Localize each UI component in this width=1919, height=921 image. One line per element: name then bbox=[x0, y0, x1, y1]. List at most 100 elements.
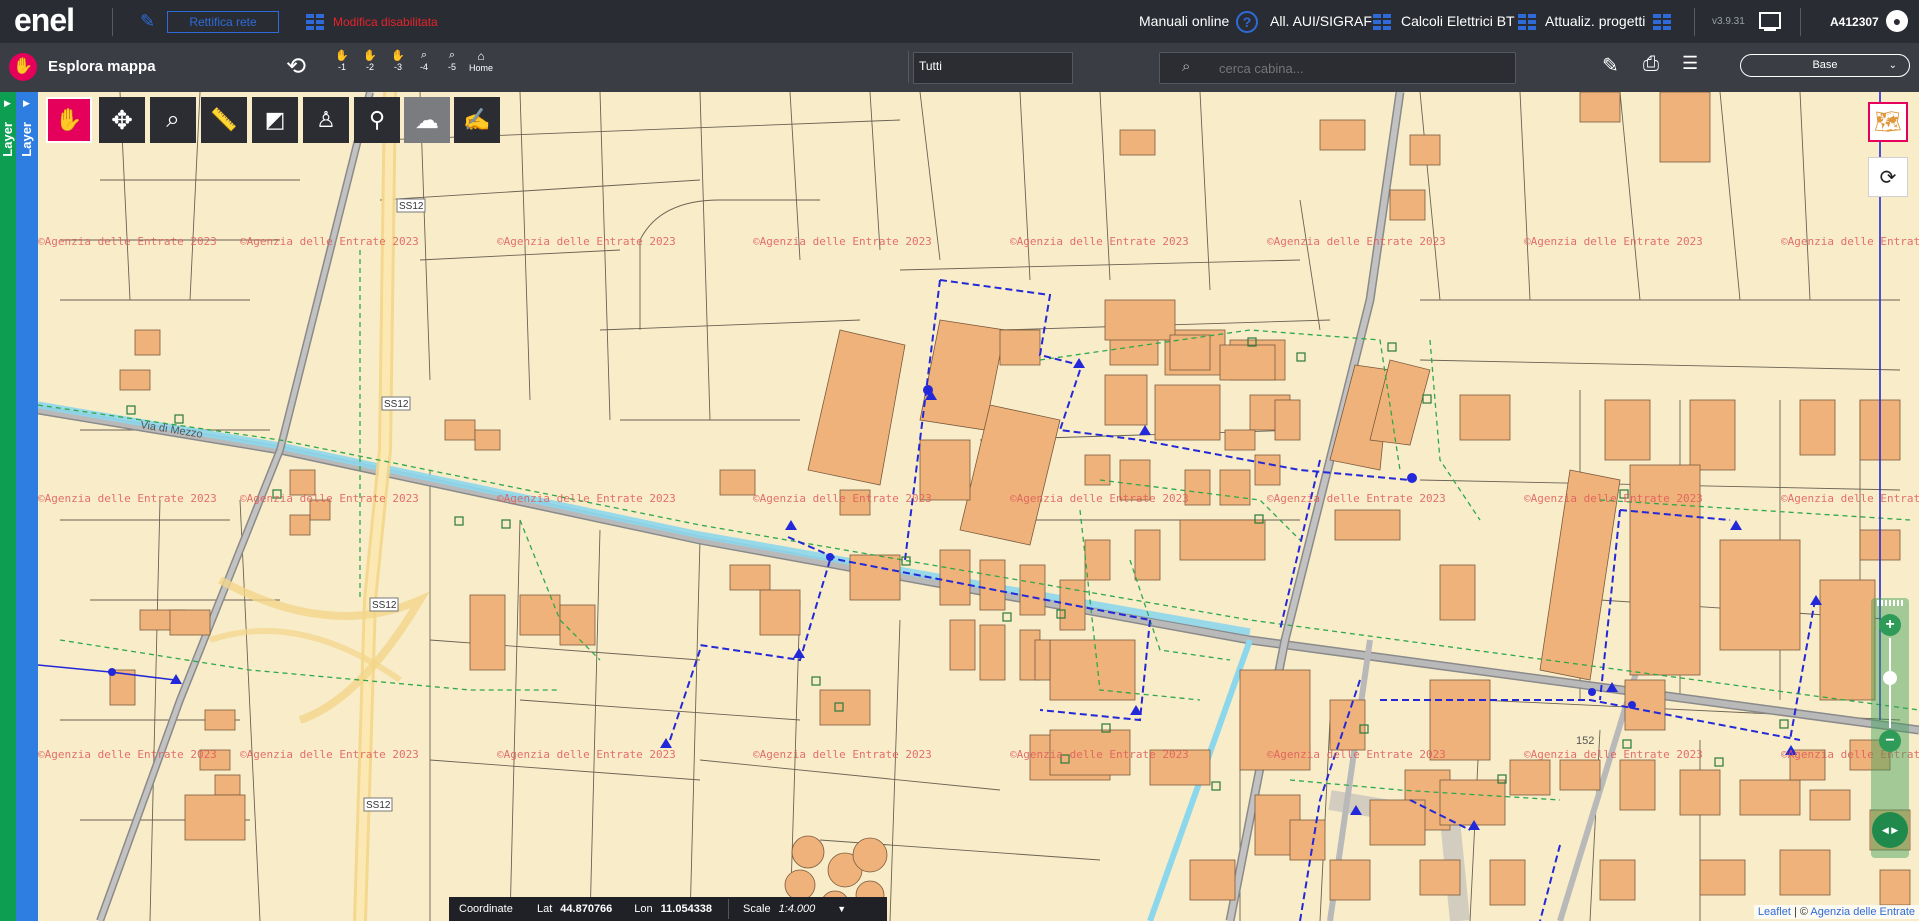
leaflet-link[interactable]: Leaflet bbox=[1758, 906, 1791, 918]
attualiz-progetti-link[interactable]: Attualiz. progetti bbox=[1545, 13, 1645, 29]
enel-logo: enel bbox=[14, 2, 75, 38]
grid-menu-icon[interactable] bbox=[1653, 14, 1671, 30]
watermark-text: ©Agenzia delle Entrate 2023 bbox=[1010, 492, 1189, 505]
zoom-label: -5 bbox=[447, 62, 456, 72]
zoom-out-button[interactable]: − bbox=[1879, 730, 1901, 752]
zoom-label: -3 bbox=[393, 62, 402, 72]
calcoli-elettrici-link[interactable]: Calcoli Elettrici BT bbox=[1401, 13, 1515, 29]
hand-icon: ✋ bbox=[9, 53, 37, 81]
ruler-icon: 📏 bbox=[210, 107, 238, 132]
zoom-back-2-button[interactable]: ✋ -2 bbox=[362, 49, 378, 72]
coordinate-bar: Coordinate Lat 44.870766 Lon 11.054338 S… bbox=[449, 897, 887, 921]
hand-icon: ✋ bbox=[391, 50, 405, 62]
measure-tool-button[interactable]: 📏 bbox=[201, 97, 247, 143]
watermark-text: ©Agenzia delle Entrate 2023 bbox=[1267, 235, 1446, 248]
grid-menu-icon[interactable] bbox=[1373, 14, 1391, 30]
coordinate-label: Coordinate bbox=[459, 903, 513, 915]
watermark-text: ©Agenzia delle Entrate 2023 bbox=[38, 748, 217, 761]
magnifier-icon: ⌕ bbox=[448, 49, 456, 61]
road-label: SS12 bbox=[384, 399, 409, 410]
layer-panel-toggle-2[interactable]: ▶ Layer bbox=[16, 92, 38, 921]
cloud-upload-icon: ☁ bbox=[415, 106, 439, 134]
hand-icon: ✋ bbox=[335, 50, 349, 62]
lat-label: Lat bbox=[537, 903, 553, 915]
watermark-text: ©Agenzia delle Entrate 2023 bbox=[1010, 748, 1189, 761]
home-button[interactable]: ⌂ Home bbox=[466, 49, 496, 73]
zoom-icon: ⌕ bbox=[166, 106, 180, 133]
watermark-text: ©Agenzia delle Entrate 2023 bbox=[240, 748, 419, 761]
move-arrows-icon: ✥ bbox=[111, 104, 133, 135]
map-canvas[interactable]: SS12 SS12 SS12 SS12 Via di Mezzo 152 ©Ag… bbox=[38, 92, 1919, 921]
rettifica-rete-button[interactable]: Rettifica rete bbox=[167, 11, 279, 33]
watermark-text: ©Agenzia delle Entrate 2023 bbox=[497, 235, 676, 248]
refresh-button[interactable]: ⟳ bbox=[1868, 157, 1908, 197]
agenzia-link[interactable]: Agenzia delle Entrate bbox=[1810, 906, 1915, 918]
caret-right-icon: ▶ bbox=[23, 98, 30, 108]
user-avatar-icon[interactable]: ● bbox=[1886, 10, 1908, 32]
search-box[interactable]: ⌕ bbox=[1159, 52, 1516, 84]
layer-thumbnail-button[interactable]: 🗺 bbox=[1868, 102, 1908, 142]
zoom-back-3-button[interactable]: ✋ -3 bbox=[390, 49, 406, 72]
grid-menu-icon[interactable] bbox=[306, 14, 324, 30]
divider bbox=[908, 51, 909, 83]
list-search-icon[interactable]: ☰ bbox=[1682, 53, 1698, 74]
zoom-label: -2 bbox=[365, 62, 374, 72]
history-icon[interactable]: ⟲ bbox=[286, 52, 306, 81]
help-icon[interactable]: ? bbox=[1236, 11, 1258, 33]
scale-dropdown-icon[interactable]: ▼ bbox=[837, 904, 846, 914]
grid-menu-icon[interactable] bbox=[1518, 14, 1536, 30]
move-tool-button[interactable]: ✥ bbox=[99, 97, 145, 143]
pin-tool-button[interactable]: ⚲ bbox=[354, 97, 400, 143]
person-icon: ♙ bbox=[316, 107, 336, 132]
lon-value: 11.054338 bbox=[660, 903, 713, 915]
pan-tool-button[interactable]: ✋ bbox=[46, 97, 92, 143]
layer-panel-toggle[interactable]: ▶ Layer bbox=[0, 92, 16, 921]
watermark-text: ©Agenzia delle Entrate 2023 bbox=[1524, 492, 1703, 505]
watermark-text: ©Agenzia delle Entrate 2023 bbox=[1524, 235, 1703, 248]
zoom-box-tool-button[interactable]: ⌕ bbox=[150, 97, 196, 143]
zoom-slider[interactable]: + − ◀ ▶ bbox=[1871, 598, 1909, 858]
draw-map-icon: ✍ bbox=[463, 107, 491, 132]
pan-control-button[interactable]: ◀ ▶ bbox=[1872, 812, 1908, 848]
top-header: enel ✎ Rettifica rete Modifica disabilit… bbox=[0, 0, 1919, 43]
zoom-in-button[interactable]: + bbox=[1879, 614, 1901, 636]
print-icon[interactable]: ⎙ bbox=[1643, 53, 1659, 76]
road-label: SS12 bbox=[366, 800, 391, 811]
user-id: A412307 bbox=[1830, 15, 1879, 29]
drag-handle-icon[interactable] bbox=[1877, 600, 1903, 606]
manuali-online-link[interactable]: Manuali online bbox=[1139, 13, 1229, 29]
map-parcel-icon: ◩ bbox=[264, 107, 286, 132]
zoom-back-5-button[interactable]: ⌕ -5 bbox=[444, 49, 460, 72]
parcel-tool-button[interactable]: ◩ bbox=[252, 97, 298, 143]
watermark-text: ©Agenzia delle Entrate 2023 bbox=[38, 492, 217, 505]
watermark-text: ©Agenzia delle Entrate 2023 bbox=[497, 748, 676, 761]
zoom-back-1-button[interactable]: ✋ -1 bbox=[334, 49, 350, 72]
filter-dropdown[interactable]: Tutti bbox=[913, 52, 1073, 84]
scale-value: 1:4.000 bbox=[778, 903, 816, 915]
pencil-icon[interactable]: ✎ bbox=[140, 11, 155, 32]
draw-tool-button[interactable]: ✍ bbox=[454, 97, 500, 143]
cloud-upload-button[interactable]: ☁ bbox=[404, 97, 450, 143]
watermark-text: ©Agenzia delle Entrate 2023 bbox=[497, 492, 676, 505]
modifica-status: Modifica disabilitata bbox=[333, 15, 438, 29]
map-attribution: Leaflet | © Agenzia delle Entrate bbox=[1753, 905, 1919, 919]
lat-value: 44.870766 bbox=[560, 903, 613, 915]
map-toolbar: ✋ Esplora mappa ⟲ ✋ -1 ✋ -2 ✋ -3 ⌕ -4 ⌕ … bbox=[0, 43, 1919, 92]
layer-tab-label: Layer bbox=[0, 122, 15, 157]
zoom-back-4-button[interactable]: ⌕ -4 bbox=[416, 49, 432, 72]
base-layer-select[interactable]: Base ⌄ bbox=[1740, 54, 1910, 77]
edit-tool-icon[interactable]: ✎ bbox=[1602, 53, 1619, 78]
zoom-label: Home bbox=[468, 63, 493, 73]
person-tool-button[interactable]: ♙ bbox=[303, 97, 349, 143]
search-input[interactable] bbox=[1217, 60, 1441, 77]
monitor-icon[interactable] bbox=[1759, 12, 1781, 29]
watermark-text: ©Agenzia delle Entrate 2023 bbox=[38, 235, 217, 248]
aui-sigraf-link[interactable]: All. AUI/SIGRAF bbox=[1270, 13, 1372, 29]
watermark-text: ©Agenzia delle Entrate 2023 bbox=[753, 748, 932, 761]
watermark-text: ©Agenzia delle Entrate 2023 bbox=[1267, 492, 1446, 505]
watermark-text: ©Agenzia delle Entrate 2023 bbox=[753, 492, 932, 505]
zoom-thumb[interactable] bbox=[1883, 671, 1897, 685]
home-icon: ⌂ bbox=[477, 49, 485, 63]
watermark-text: ©Agenzia delle Entrate 2023 bbox=[240, 492, 419, 505]
divider bbox=[1800, 8, 1801, 36]
